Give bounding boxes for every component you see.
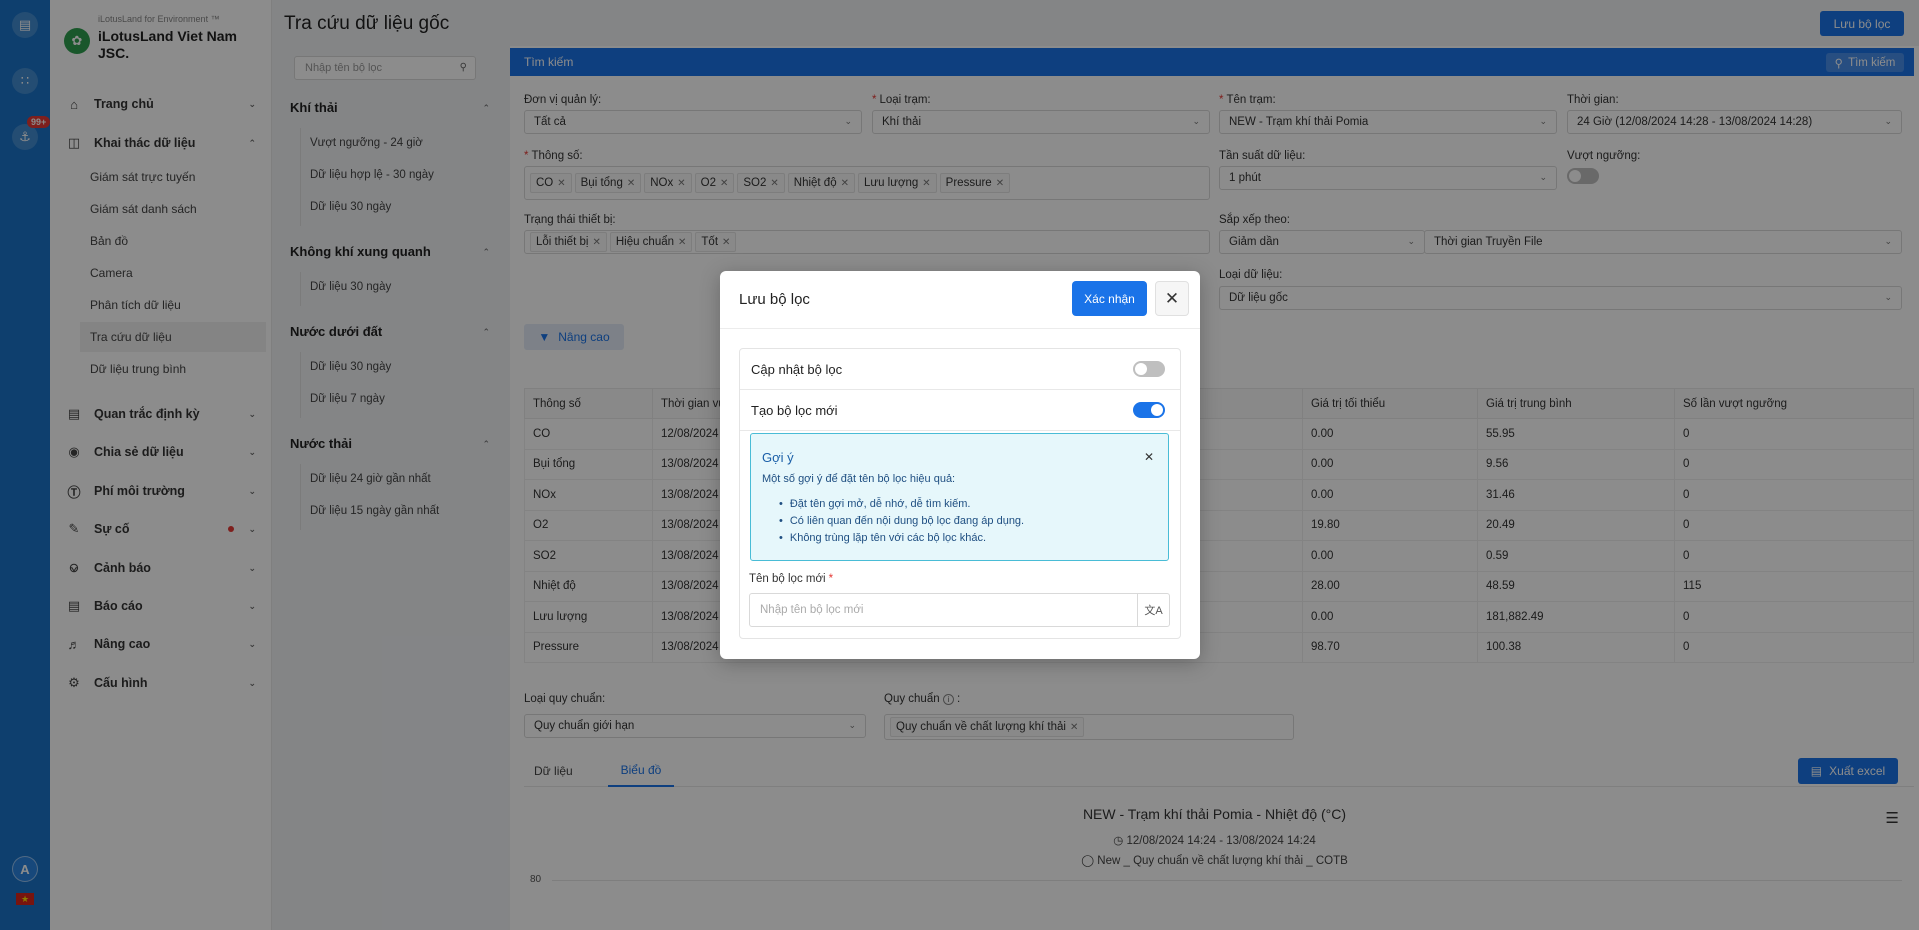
translate-icon[interactable]: 文A — [1137, 594, 1169, 626]
close-icon[interactable]: ✕ — [1155, 281, 1189, 316]
save-filter-modal: Lưu bộ lọc Xác nhận ✕ Cập nhật bộ lọc Tạ… — [720, 271, 1200, 659]
update-filter-toggle[interactable] — [1133, 361, 1165, 377]
create-filter-label: Tạo bộ lọc mới — [751, 403, 838, 418]
create-filter-row: Tạo bộ lọc mới — [740, 390, 1180, 431]
hint-item: Không trùng lặp tên với các bộ lọc khác. — [779, 530, 1024, 547]
new-filter-name-input[interactable]: Nhập tên bộ lọc mới 文A — [749, 593, 1170, 627]
close-icon[interactable]: ✕ — [1144, 450, 1154, 464]
hint-box: Gợi ý ✕ Một số gợi ý để đặt tên bộ lọc h… — [750, 433, 1169, 561]
hint-intro: Một số gợi ý để đặt tên bộ lọc hiệu quả: — [762, 473, 956, 485]
update-filter-row: Cập nhật bộ lọc — [740, 349, 1180, 390]
modal-body: Cập nhật bộ lọc Tạo bộ lọc mới Gợi ý ✕ M… — [739, 348, 1181, 639]
hint-item: Đặt tên gợi mở, dễ nhớ, dễ tìm kiếm. — [779, 496, 1024, 513]
hint-title: Gợi ý — [762, 450, 794, 465]
confirm-button[interactable]: Xác nhận — [1072, 281, 1147, 316]
update-filter-label: Cập nhật bộ lọc — [751, 362, 843, 377]
modal-title: Lưu bộ lọc — [739, 291, 810, 308]
create-filter-toggle[interactable] — [1133, 402, 1165, 418]
new-filter-name-label: Tên bộ lọc mới * — [749, 573, 834, 585]
hint-list: Đặt tên gợi mở, dễ nhớ, dễ tìm kiếm. Có … — [779, 496, 1024, 547]
hint-item: Có liên quan đến nội dung bộ lọc đang áp… — [779, 513, 1024, 530]
